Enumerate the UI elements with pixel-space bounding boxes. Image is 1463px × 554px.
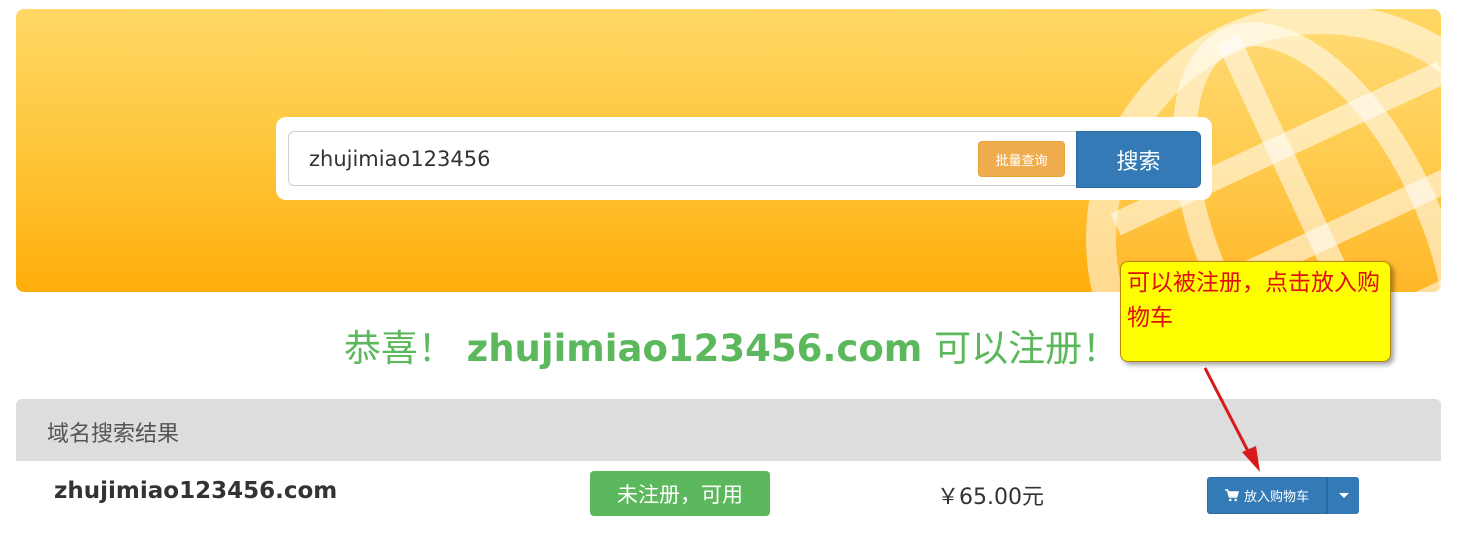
add-to-cart-label: 放入购物车 [1243,490,1309,505]
results-header-title: 域名搜索结果 [47,422,180,447]
add-to-cart-group: 放入购物车 [1207,477,1359,514]
annotation-callout: 可以被注册，点击放入购物车 [1120,261,1391,362]
search-button[interactable]: 搜索 [1076,131,1201,188]
search-banner: zhujimiao123456 批量查询 搜索 [16,9,1441,292]
batch-query-button[interactable]: 批量查询 [978,141,1065,177]
price: ￥65.00元 [937,485,1044,510]
result-domain: zhujimiao123456.com [54,478,338,504]
caret-down-icon [1338,493,1349,498]
cart-dropdown-toggle[interactable] [1327,477,1359,514]
domain-search-input[interactable]: zhujimiao123456 [288,131,1078,186]
search-box: zhujimiao123456 批量查询 搜索 [276,117,1212,200]
shopping-cart-icon [1224,489,1239,502]
add-to-cart-button[interactable]: 放入购物车 [1207,477,1327,514]
message-domain: zhujimiao123456.com [466,327,923,370]
status-badge: 未注册，可用 [590,471,770,516]
message-suffix: 可以注册！ [922,327,1120,370]
annotation-arrow-icon [1203,367,1260,472]
message-prefix: 恭喜！ [343,327,467,370]
